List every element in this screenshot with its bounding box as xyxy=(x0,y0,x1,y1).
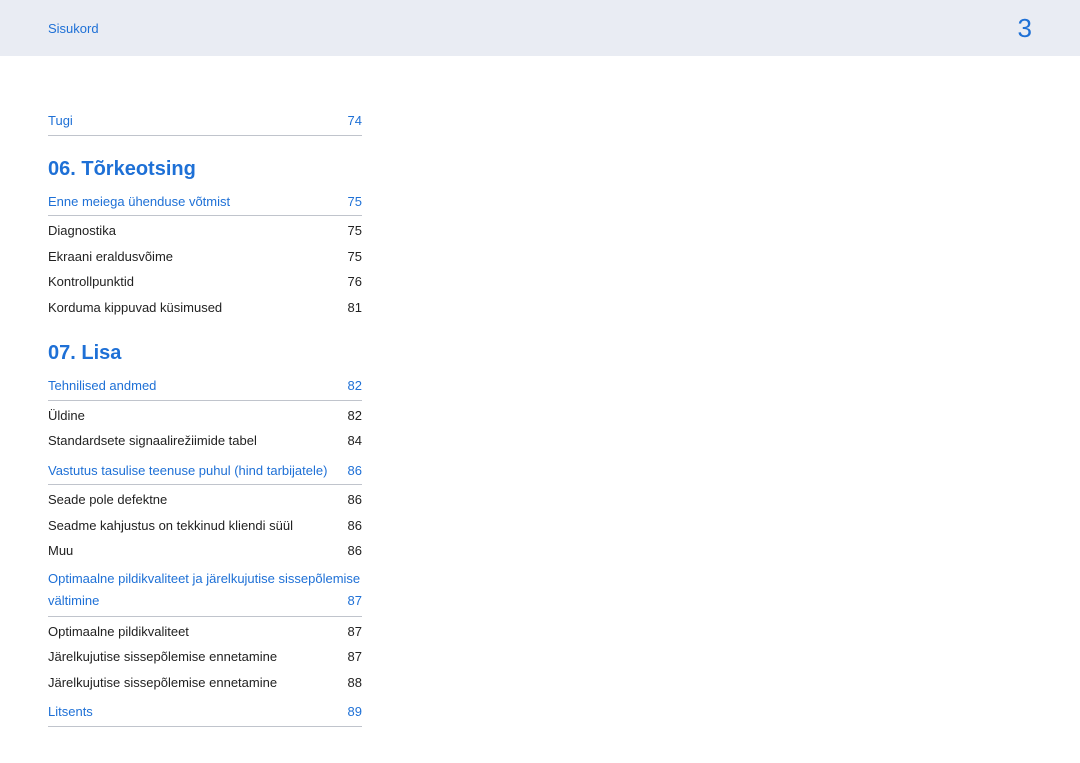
toc-label: Ekraani eraldusvõime xyxy=(48,247,342,267)
page-header: Sisukord 3 xyxy=(0,0,1080,56)
breadcrumb[interactable]: Sisukord xyxy=(48,21,99,36)
toc-label: Vastutus tasulise teenuse puhul (hind ta… xyxy=(48,461,342,481)
toc-label: Standardsete signaalirežiimide tabel xyxy=(48,431,342,451)
toc-label: Enne meiega ühenduse võtmist xyxy=(48,192,342,212)
toc-page: 86 xyxy=(342,541,362,561)
toc-label: Tehnilised andmed xyxy=(48,376,342,396)
toc-page: 76 xyxy=(342,272,362,292)
toc-subheading[interactable]: Litsents 89 xyxy=(48,699,362,727)
toc-label: Korduma kippuvad küsimused xyxy=(48,298,342,318)
toc-item[interactable]: Üldine 82 xyxy=(48,403,362,429)
toc-subheading[interactable]: Vastutus tasulise teenuse puhul (hind ta… xyxy=(48,458,362,486)
toc-page: 86 xyxy=(342,461,362,481)
toc-label: Kontrollpunktid xyxy=(48,272,342,292)
toc-item[interactable]: Ekraani eraldusvõime 75 xyxy=(48,244,362,270)
toc-item[interactable]: Diagnostika 75 xyxy=(48,218,362,244)
toc-item[interactable]: Järelkujutise sissepõlemise ennetamine 8… xyxy=(48,644,362,670)
toc-page: 87 xyxy=(348,590,362,612)
toc-label-line1: Optimaalne pildikvaliteet ja järelkujuti… xyxy=(48,568,362,590)
toc-page: 89 xyxy=(342,702,362,722)
toc-label: Järelkujutise sissepõlemise ennetamine xyxy=(48,673,342,693)
toc-label: Seade pole defektne xyxy=(48,490,342,510)
toc-page: 74 xyxy=(342,111,362,131)
toc-page: 86 xyxy=(342,490,362,510)
toc-label: Järelkujutise sissepõlemise ennetamine xyxy=(48,647,342,667)
toc-item[interactable]: Muu 86 xyxy=(48,538,362,564)
toc-label: Muu xyxy=(48,541,342,561)
toc-subheading[interactable]: Tugi 74 xyxy=(48,108,362,136)
toc-page: 75 xyxy=(342,247,362,267)
toc-label: Tugi xyxy=(48,111,342,131)
toc-item[interactable]: Korduma kippuvad küsimused 81 xyxy=(48,295,362,321)
toc-label: Üldine xyxy=(48,406,342,426)
toc-section-heading[interactable]: 06. Tõrkeotsing xyxy=(48,158,362,181)
toc-page: 87 xyxy=(342,622,362,642)
toc-label: Optimaalne pildikvaliteet xyxy=(48,622,342,642)
toc-label: Seadme kahjustus on tekkinud kliendi süü… xyxy=(48,516,342,536)
toc-item[interactable]: Seade pole defektne 86 xyxy=(48,487,362,513)
toc-page: 87 xyxy=(342,647,362,667)
toc-section-heading[interactable]: 07. Lisa xyxy=(48,342,362,365)
toc-item[interactable]: Kontrollpunktid 76 xyxy=(48,269,362,295)
toc-label-line2: vältimine xyxy=(48,590,99,612)
toc-item[interactable]: Standardsete signaalirežiimide tabel 84 xyxy=(48,428,362,454)
toc-subheading[interactable]: Enne meiega ühenduse võtmist 75 xyxy=(48,189,362,217)
toc-page: 82 xyxy=(342,406,362,426)
page-number: 3 xyxy=(1018,13,1032,44)
toc-page: 82 xyxy=(342,376,362,396)
toc-item[interactable]: Optimaalne pildikvaliteet 87 xyxy=(48,619,362,645)
toc-subheading[interactable]: Tehnilised andmed 82 xyxy=(48,373,362,401)
toc-page: 75 xyxy=(342,221,362,241)
toc-label: Litsents xyxy=(48,702,342,722)
toc-item[interactable]: Järelkujutise sissepõlemise ennetamine 8… xyxy=(48,670,362,696)
toc-label: Diagnostika xyxy=(48,221,342,241)
toc-page: 75 xyxy=(342,192,362,212)
toc-item[interactable]: Seadme kahjustus on tekkinud kliendi süü… xyxy=(48,513,362,539)
toc-page: 88 xyxy=(342,673,362,693)
toc-content: Tugi 74 06. Tõrkeotsing Enne meiega ühen… xyxy=(0,56,410,727)
toc-page: 84 xyxy=(342,431,362,451)
toc-subheading[interactable]: Optimaalne pildikvaliteet ja järelkujuti… xyxy=(48,568,362,617)
toc-page: 81 xyxy=(342,298,362,318)
toc-page: 86 xyxy=(342,516,362,536)
